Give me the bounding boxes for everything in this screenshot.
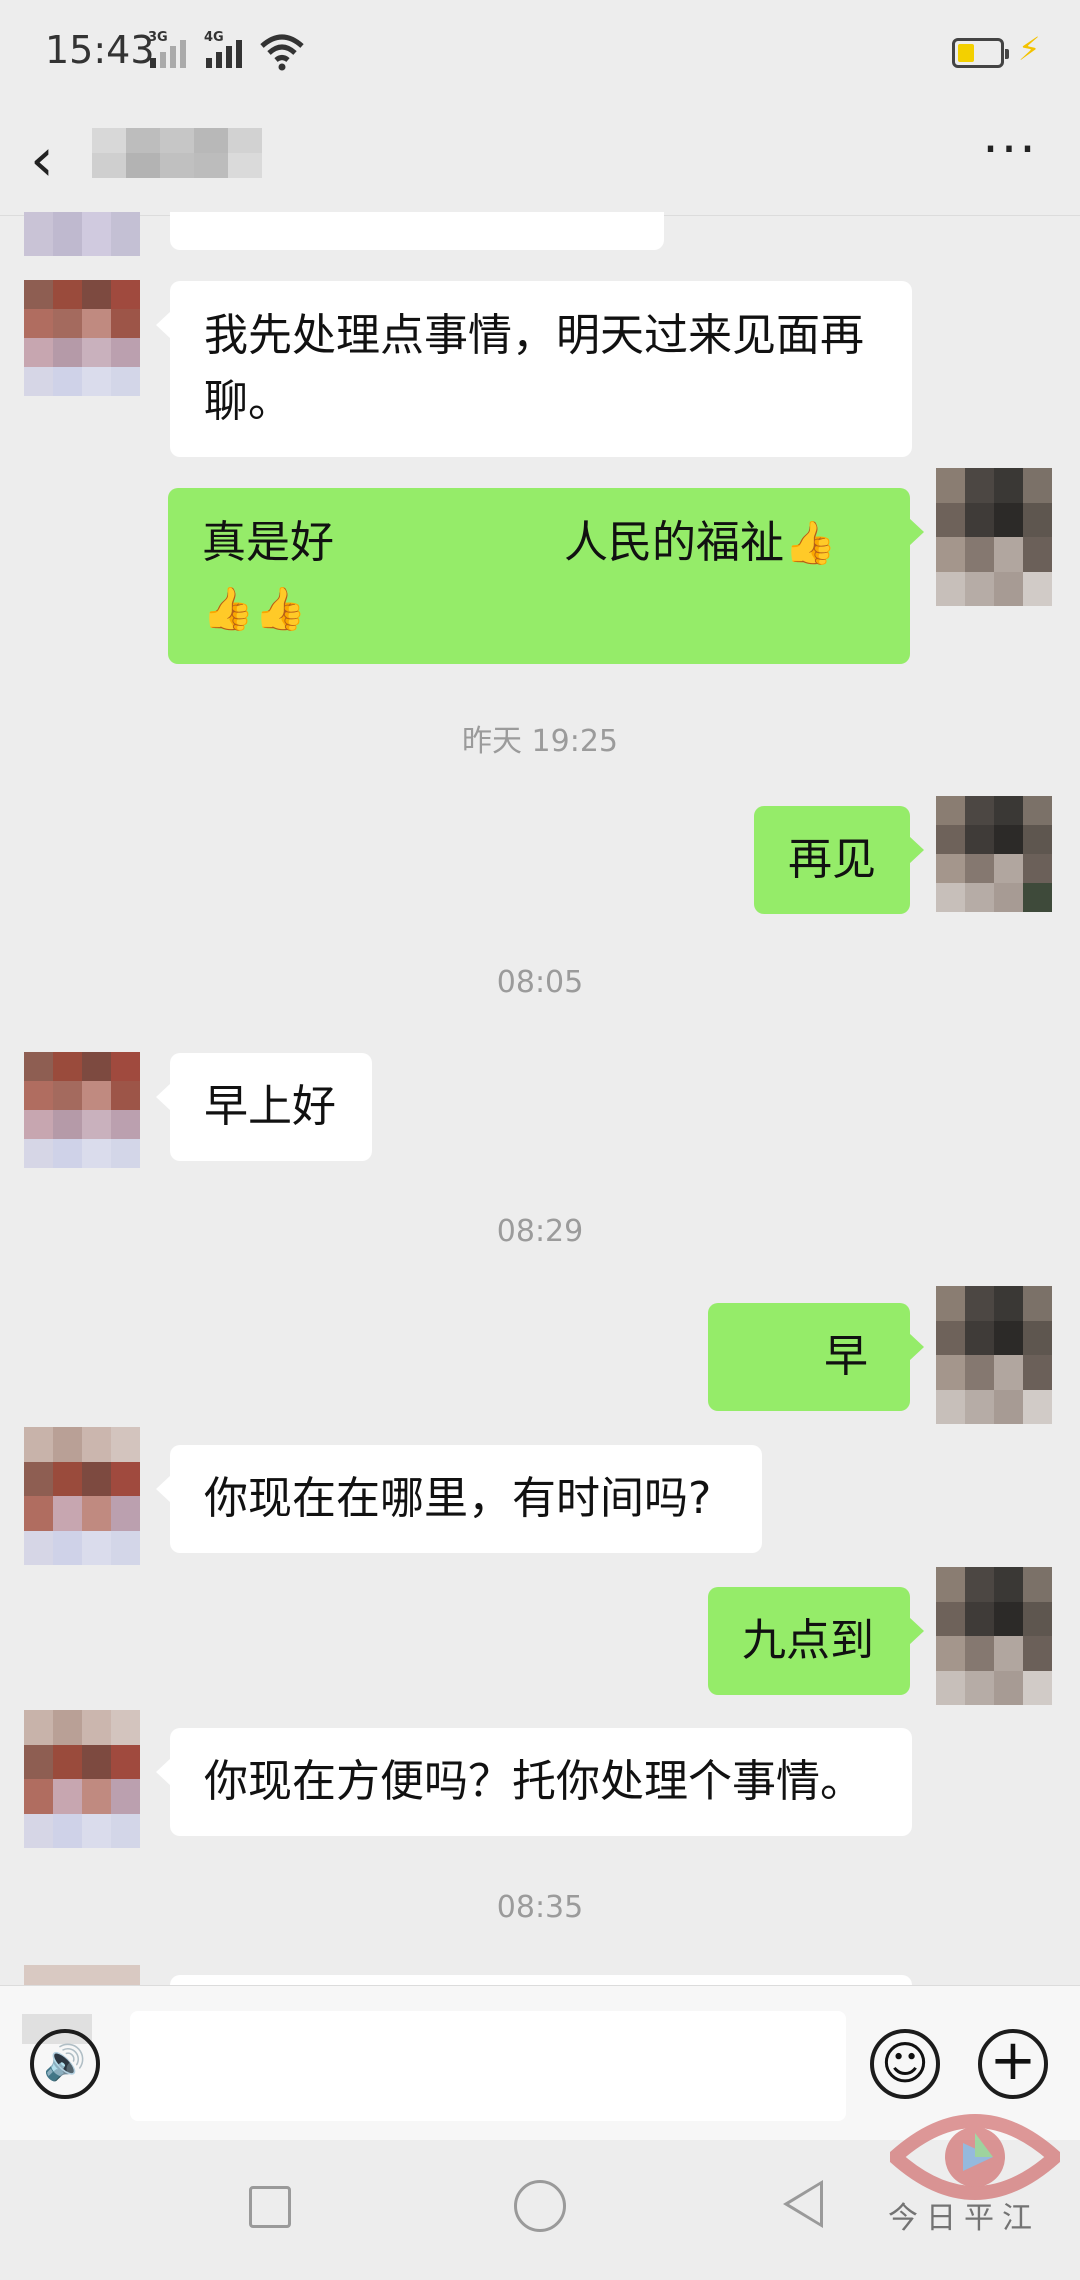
watermark-text: 今日平江 bbox=[888, 2201, 1040, 2236]
charging-icon: ⚡ bbox=[1018, 30, 1041, 68]
system-back-button[interactable] bbox=[783, 2180, 823, 2228]
contact-name-blurred bbox=[92, 128, 262, 178]
message-text: 聊。 bbox=[204, 376, 292, 427]
message-timestamp: 08:05 bbox=[496, 965, 584, 1000]
contact-avatar-partial[interactable] bbox=[24, 212, 140, 256]
message-text: 你现在在哪里，有时间吗? bbox=[204, 1473, 712, 1524]
message-bubble-outgoing[interactable]: 早 bbox=[708, 1303, 924, 1411]
message-bubble-outgoing[interactable]: 真是好 人民的福祉👍 👍👍 bbox=[168, 488, 924, 664]
my-avatar[interactable] bbox=[936, 468, 1052, 606]
message-bubble-partial[interactable] bbox=[170, 212, 664, 250]
my-avatar[interactable] bbox=[936, 796, 1052, 912]
emoji-button[interactable]: ☺ bbox=[870, 2029, 940, 2099]
message-text: 你现在方便吗？托你处理个事情。 bbox=[204, 1756, 864, 1807]
message-bubble-incoming[interactable]: 你现在在哪里，有时间吗? bbox=[156, 1445, 762, 1553]
smiley-icon: ☺ bbox=[881, 2036, 929, 2090]
chat-header: ‹ ··· bbox=[0, 110, 1080, 216]
message-bubble-incoming[interactable]: 你现在方便吗？托你处理个事情。 bbox=[156, 1728, 912, 1836]
my-avatar[interactable] bbox=[936, 1286, 1052, 1424]
message-timestamp: 昨天 19:25 bbox=[462, 724, 618, 759]
message-input[interactable] bbox=[130, 2011, 846, 2121]
more-options-button[interactable]: ··· bbox=[970, 124, 1050, 190]
message-bubble-outgoing[interactable]: 九点到 bbox=[708, 1587, 924, 1695]
thumbs-up-icon: 👍 bbox=[784, 518, 837, 567]
thumbs-up-icon: 👍 bbox=[202, 584, 255, 633]
home-button[interactable] bbox=[514, 2180, 566, 2232]
message-timestamp: 08:29 bbox=[496, 1214, 584, 1249]
status-bar: 15:43 3G 4G ⚡ bbox=[0, 0, 1080, 110]
signal-3g-icon: 3G bbox=[148, 30, 186, 68]
message-timestamp: 08:35 bbox=[496, 1890, 584, 1925]
message-bubble-incoming[interactable]: 早上好 bbox=[156, 1053, 372, 1161]
status-time: 15:43 bbox=[45, 28, 155, 72]
message-text: 真是好 bbox=[202, 517, 334, 568]
thumbs-up-icon: 👍 bbox=[254, 584, 307, 633]
message-text: 九点到 bbox=[742, 1615, 874, 1666]
message-bubble-outgoing[interactable]: 再见 bbox=[754, 806, 924, 914]
message-bubble-incoming[interactable]: 我先处理点事情，明天过来见面再 聊。 bbox=[156, 281, 912, 457]
voice-icon: 🔊 bbox=[43, 2043, 87, 2083]
more-functions-button[interactable]: + bbox=[978, 2029, 1048, 2099]
plus-icon: + bbox=[989, 2028, 1037, 2093]
contact-avatar-partial[interactable] bbox=[24, 1965, 140, 1985]
voice-input-button[interactable]: 🔊 bbox=[30, 2029, 100, 2099]
back-button[interactable]: ‹ bbox=[30, 120, 100, 200]
battery-icon bbox=[952, 38, 1009, 68]
contact-avatar[interactable] bbox=[24, 1427, 140, 1565]
message-text: 早上好 bbox=[204, 1081, 336, 1132]
my-avatar[interactable] bbox=[936, 1567, 1052, 1705]
message-text: 我先处理点事情，明天过来见面再 bbox=[204, 310, 864, 361]
message-text: 早 bbox=[824, 1331, 868, 1382]
message-text: 再见 bbox=[788, 834, 876, 885]
wifi-icon bbox=[260, 34, 304, 71]
redacted-text bbox=[334, 526, 564, 564]
message-text: 人民的福祉 bbox=[564, 517, 784, 568]
contact-avatar[interactable] bbox=[24, 1052, 140, 1168]
contact-avatar[interactable] bbox=[24, 280, 140, 396]
recent-apps-button[interactable] bbox=[249, 2186, 291, 2228]
contact-avatar[interactable] bbox=[24, 1710, 140, 1848]
signal-4g-icon: 4G bbox=[204, 30, 242, 68]
redacted-text bbox=[742, 1336, 824, 1382]
